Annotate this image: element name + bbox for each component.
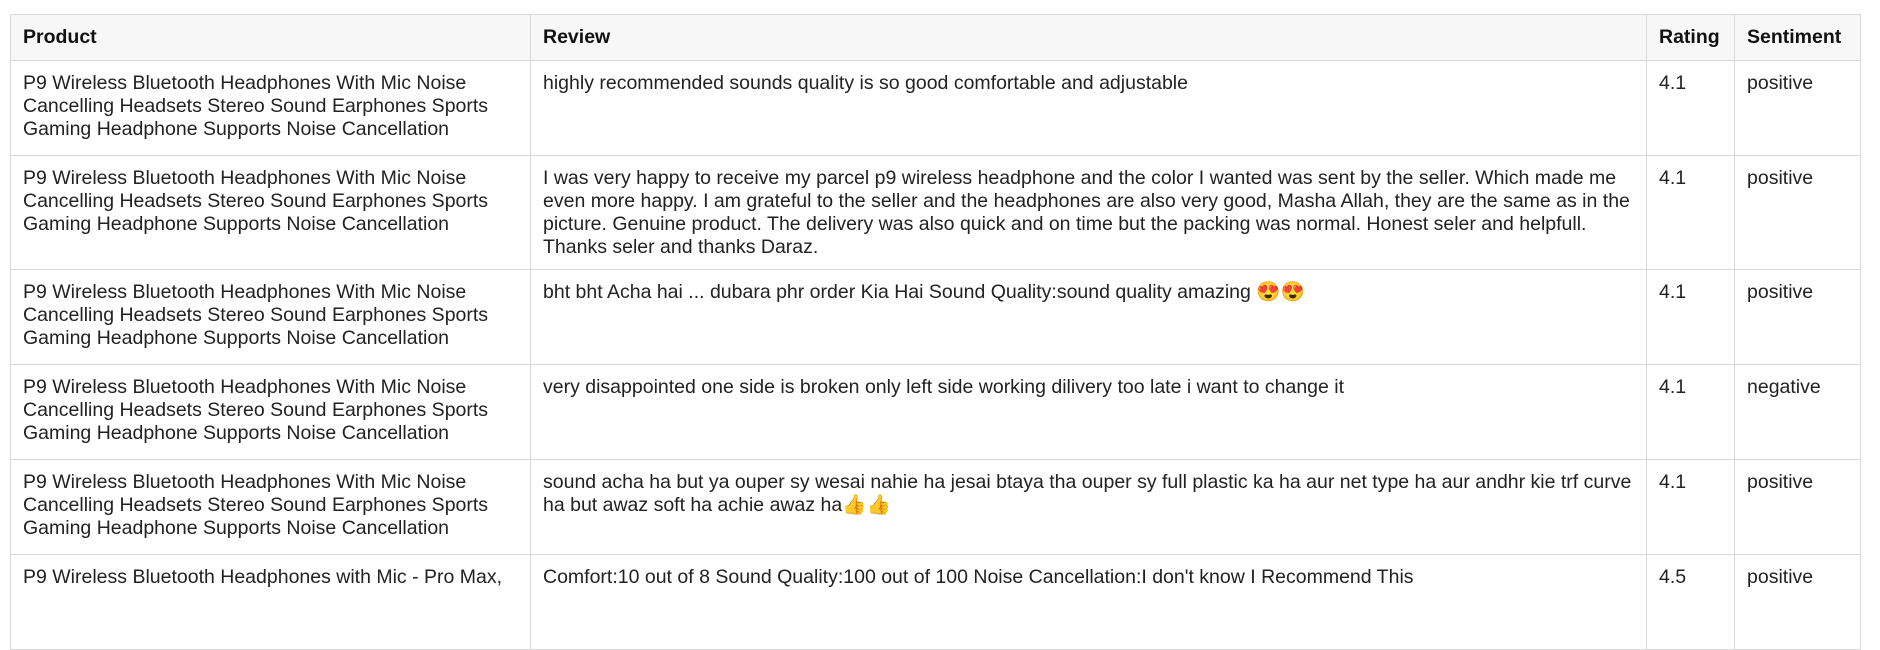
cell-review: highly recommended sounds quality is so … <box>530 60 1647 156</box>
cell-rating: 4.1 <box>1646 269 1735 365</box>
table-row: P9 Wireless Bluetooth Headphones With Mi… <box>10 60 1861 156</box>
header-sentiment[interactable]: Sentiment <box>1734 14 1861 61</box>
cell-review: bht bht Acha hai ... dubara phr order Ki… <box>530 269 1647 365</box>
table-row: P9 Wireless Bluetooth Headphones With Mi… <box>10 269 1861 365</box>
cell-product: P9 Wireless Bluetooth Headphones with Mi… <box>10 554 531 650</box>
table-header-row: Product Review Rating Sentiment <box>10 14 1861 61</box>
cell-product: P9 Wireless Bluetooth Headphones With Mi… <box>10 269 531 365</box>
header-rating[interactable]: Rating <box>1646 14 1735 61</box>
cell-review: sound acha ha but ya ouper sy wesai nahi… <box>530 459 1647 555</box>
cell-sentiment: positive <box>1734 155 1861 270</box>
header-product[interactable]: Product <box>10 14 531 61</box>
cell-sentiment: positive <box>1734 554 1861 650</box>
table-row: P9 Wireless Bluetooth Headphones With Mi… <box>10 364 1861 460</box>
reviews-table: Product Review Rating Sentiment P9 Wirel… <box>10 14 1861 650</box>
cell-product: P9 Wireless Bluetooth Headphones With Mi… <box>10 155 531 270</box>
cell-sentiment: positive <box>1734 459 1861 555</box>
cell-rating: 4.1 <box>1646 60 1735 156</box>
cell-sentiment: negative <box>1734 364 1861 460</box>
cell-product: P9 Wireless Bluetooth Headphones With Mi… <box>10 60 531 156</box>
cell-review: very disappointed one side is broken onl… <box>530 364 1647 460</box>
cell-review: I was very happy to receive my parcel p9… <box>530 155 1647 270</box>
cell-rating: 4.1 <box>1646 364 1735 460</box>
header-review[interactable]: Review <box>530 14 1647 61</box>
table-row: P9 Wireless Bluetooth Headphones with Mi… <box>10 554 1861 650</box>
cell-rating: 4.1 <box>1646 155 1735 270</box>
cell-review: Comfort:10 out of 8 Sound Quality:100 ou… <box>530 554 1647 650</box>
cell-product: P9 Wireless Bluetooth Headphones With Mi… <box>10 459 531 555</box>
reviews-table-container: Product Review Rating Sentiment P9 Wirel… <box>10 14 1861 650</box>
cell-sentiment: positive <box>1734 60 1861 156</box>
table-row: P9 Wireless Bluetooth Headphones With Mi… <box>10 459 1861 555</box>
cell-rating: 4.1 <box>1646 459 1735 555</box>
cell-sentiment: positive <box>1734 269 1861 365</box>
cell-rating: 4.5 <box>1646 554 1735 650</box>
table-row: P9 Wireless Bluetooth Headphones With Mi… <box>10 155 1861 270</box>
cell-product: P9 Wireless Bluetooth Headphones With Mi… <box>10 364 531 460</box>
